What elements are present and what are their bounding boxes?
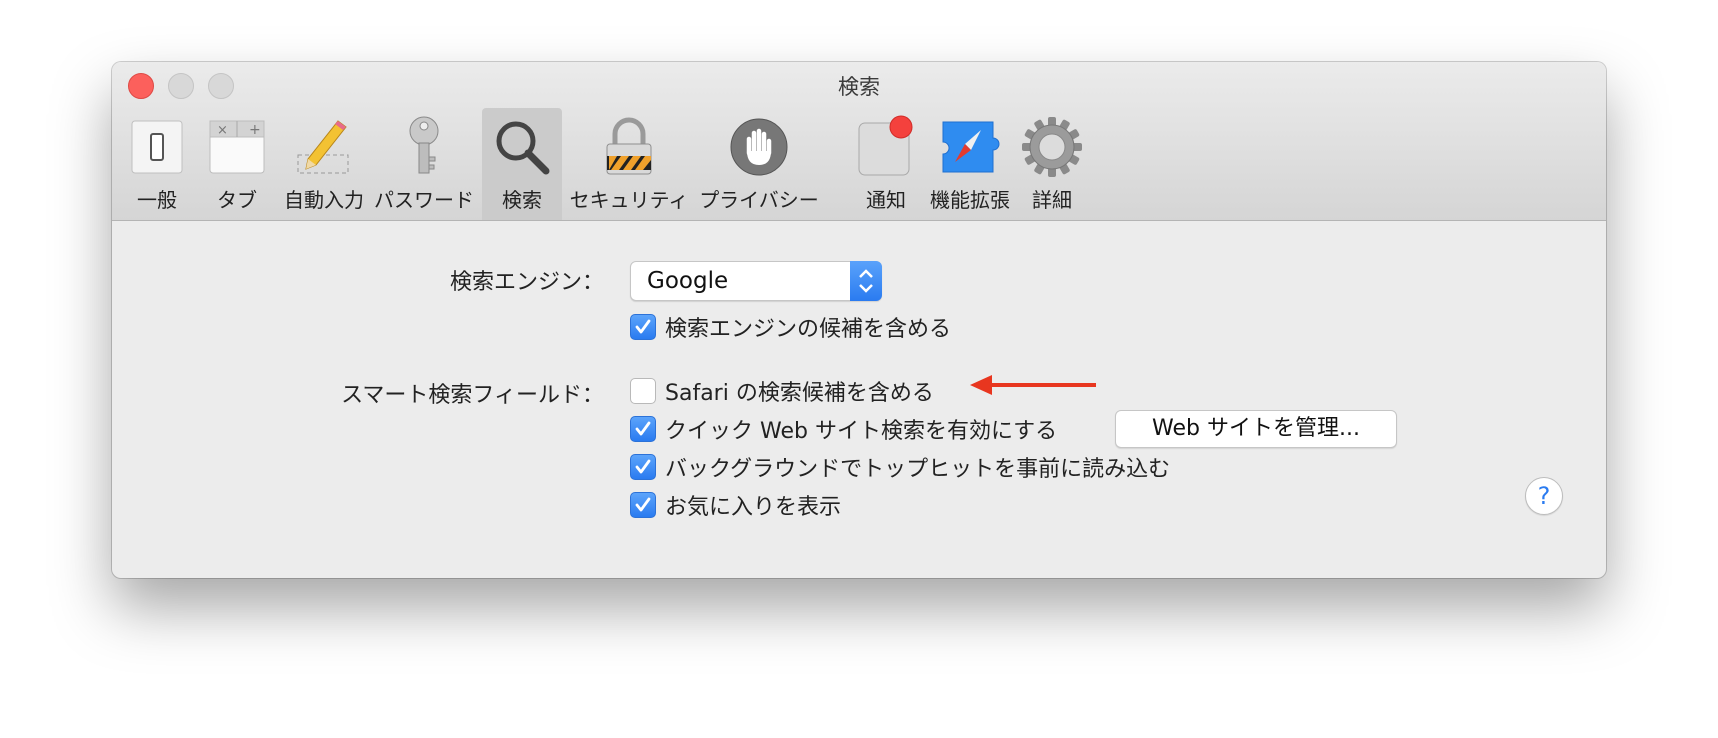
svg-text:+: + xyxy=(249,122,261,138)
checkmark-icon xyxy=(635,319,651,334)
smart-search-field-label: スマート検索フィールド： xyxy=(341,383,604,408)
notification-icon xyxy=(851,115,921,178)
tab-autofill[interactable]: 自動入力 xyxy=(282,108,366,220)
tab-label: 詳細 xyxy=(1032,188,1072,212)
include-engine-suggestions[interactable]: 検索エンジンの候補を含める xyxy=(630,311,951,343)
magnifier-icon xyxy=(487,116,557,178)
checkbox-label: 検索エンジンの候補を含める xyxy=(665,317,952,342)
include-safari-suggestions[interactable]: Safari の検索候補を含める xyxy=(630,375,934,407)
search-engine-value: Google xyxy=(647,268,729,294)
window-title: 検索 xyxy=(838,75,880,99)
quick-website-search[interactable]: クイック Web サイト検索を有効にする xyxy=(630,413,1057,445)
checkbox-checked[interactable] xyxy=(630,416,656,442)
checkmark-icon xyxy=(635,497,651,512)
checkbox-unchecked[interactable] xyxy=(630,378,656,404)
annotation-arrow-icon xyxy=(970,375,1096,395)
search-engine-popup[interactable]: Google xyxy=(630,261,882,301)
tab-label: 検索 xyxy=(502,188,542,212)
compass-icon xyxy=(935,116,1005,178)
tab-privacy[interactable]: プライバシー xyxy=(696,108,822,220)
tab-label: セキュリティ xyxy=(569,188,689,212)
preferences-window: 検索 一般 × + タブ 自動入力 パスワード 検索 セキュリティ プライバシー… xyxy=(112,62,1606,578)
tab-advanced[interactable]: 詳細 xyxy=(1022,108,1082,220)
search-pane: 検索エンジン： Google 検索エンジンの候補を含める スマート検索フィールド… xyxy=(112,221,1606,578)
tab-security[interactable]: セキュリティ xyxy=(569,108,689,220)
tab-passwords[interactable]: パスワード xyxy=(374,108,474,220)
chevron-updown-icon xyxy=(850,261,882,301)
tab-label: 自動入力 xyxy=(284,188,364,212)
tab-label: タブ xyxy=(217,188,257,212)
search-engine-label: 検索エンジン： xyxy=(449,270,604,295)
toolbar: 検索 一般 × + タブ 自動入力 パスワード 検索 セキュリティ プライバシー… xyxy=(112,62,1606,221)
tab-search[interactable]: 検索 xyxy=(482,108,562,220)
checkbox-label: クイック Web サイト検索を有効にする xyxy=(665,419,1058,444)
pencil-icon xyxy=(289,116,359,178)
checkbox-label: お気に入りを表示 xyxy=(665,495,842,520)
svg-text:×: × xyxy=(217,123,228,138)
checkbox-checked[interactable] xyxy=(630,454,656,480)
key-icon xyxy=(389,116,459,178)
checkbox-checked[interactable] xyxy=(630,492,656,518)
tabs-icon: × + xyxy=(202,116,272,178)
checkbox-label: Safari の検索候補を含める xyxy=(665,381,934,406)
tab-tabs[interactable]: × + タブ xyxy=(202,108,272,220)
checkbox-checked[interactable] xyxy=(630,314,656,340)
tab-label: パスワード xyxy=(374,188,474,212)
checkmark-icon xyxy=(635,459,651,474)
tab-extensions[interactable]: 機能拡張 xyxy=(928,108,1012,220)
tab-label: 一般 xyxy=(137,188,177,212)
tab-label: 機能拡張 xyxy=(930,188,1010,212)
switch-icon xyxy=(122,116,192,178)
tab-label: プライバシー xyxy=(699,188,819,212)
checkbox-label: バックグラウンドでトップヒットを事前に読み込む xyxy=(665,457,1171,482)
preload-top-hit[interactable]: バックグラウンドでトップヒットを事前に読み込む xyxy=(630,451,1170,483)
hand-icon xyxy=(724,116,794,178)
tab-notifications[interactable]: 通知 xyxy=(854,108,918,220)
manage-websites-button[interactable]: Web サイトを管理... xyxy=(1115,410,1397,448)
tab-general[interactable]: 一般 xyxy=(122,108,192,220)
tab-label: 通知 xyxy=(866,188,906,212)
help-button[interactable]: ? xyxy=(1525,477,1563,515)
checkmark-icon xyxy=(635,421,651,436)
gear-icon xyxy=(1017,116,1087,178)
lock-icon xyxy=(594,116,664,178)
show-favorites[interactable]: お気に入りを表示 xyxy=(630,489,841,521)
